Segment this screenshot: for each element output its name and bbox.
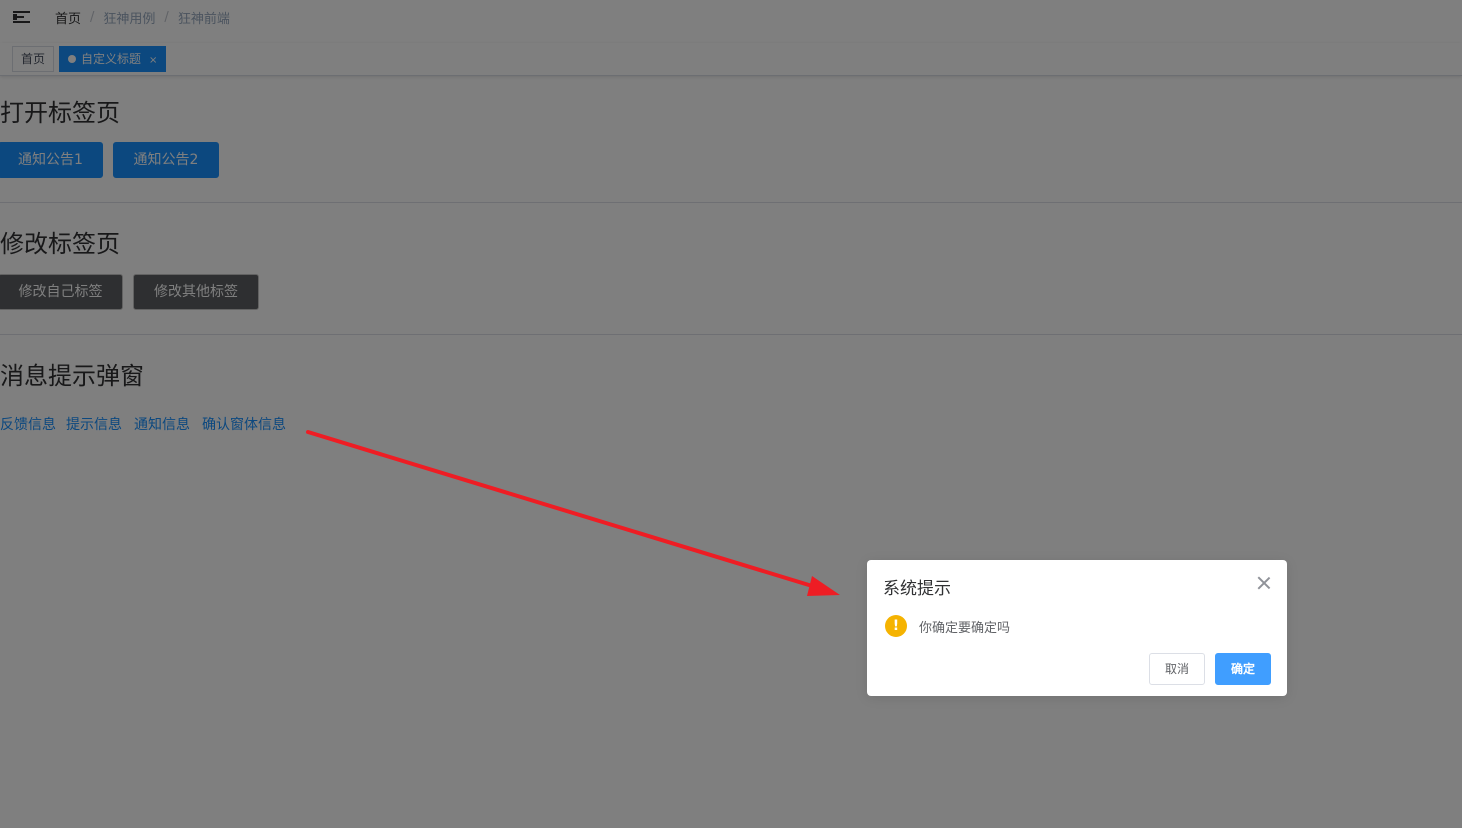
confirm-dialog: 系统提示 ! 你确定要确定吗 取消 确定 — [867, 560, 1287, 696]
modal-overlay[interactable] — [0, 0, 1462, 828]
cancel-button[interactable]: 取消 — [1149, 653, 1205, 685]
dialog-title: 系统提示 — [883, 579, 951, 599]
close-icon[interactable] — [1257, 576, 1271, 590]
confirm-button[interactable]: 确定 — [1215, 653, 1271, 685]
dialog-message: 你确定要确定吗 — [919, 621, 1011, 636]
warning-icon: ! — [885, 615, 907, 637]
